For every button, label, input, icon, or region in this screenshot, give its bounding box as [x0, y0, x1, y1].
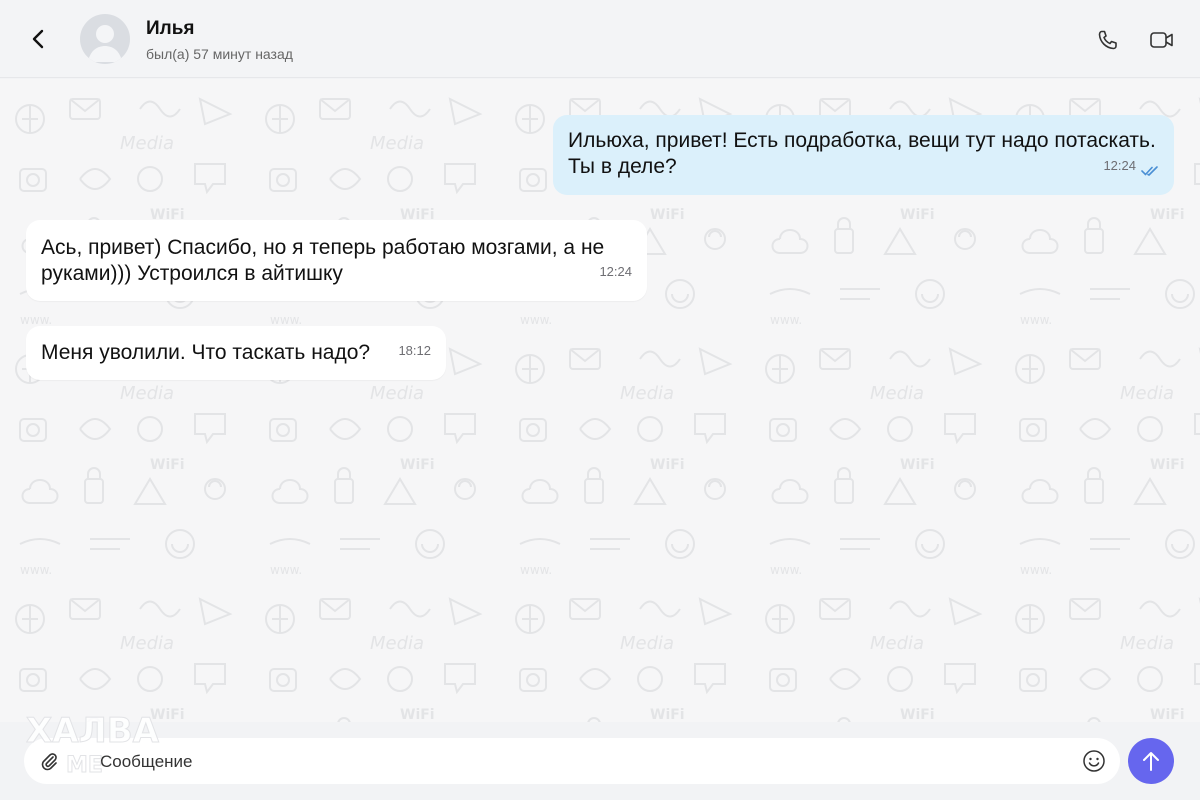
arrow-up-icon [1143, 752, 1159, 771]
message-time: 12:24 [1103, 158, 1136, 173]
message-text: Меня уволили. Что таскать надо? [41, 341, 371, 364]
paperclip-icon [41, 753, 57, 771]
message-text: Ильюха, привет! Есть подработка, вещи ту… [568, 129, 1156, 178]
video-camera-icon [1150, 32, 1173, 48]
message-time: 18:12 [398, 343, 431, 358]
smiley-icon [1083, 750, 1105, 772]
chevron-left-icon [32, 29, 44, 49]
contact-name[interactable]: Илья [146, 18, 195, 40]
composer-bar [0, 722, 1200, 800]
message-text: Ась, привет) Спасибо, но я теперь работа… [41, 236, 605, 285]
phone-icon [1098, 30, 1117, 50]
chat-header: Илья был(а) 57 минут назад [0, 0, 1200, 78]
attach-button[interactable] [38, 750, 60, 772]
back-button[interactable] [22, 22, 54, 56]
message-time: 12:24 [599, 264, 632, 279]
video-call-button[interactable] [1146, 24, 1178, 56]
emoji-button[interactable] [1082, 749, 1106, 773]
message-bubble-outgoing[interactable]: Ильюха, привет! Есть подработка, вещи ту… [553, 115, 1174, 195]
double-check-icon [1141, 166, 1158, 176]
message-bubble-incoming[interactable]: Ась, привет) Спасибо, но я теперь работа… [26, 220, 647, 301]
message-input[interactable] [100, 748, 1060, 776]
user-placeholder-icon [88, 25, 122, 62]
avatar[interactable] [80, 14, 130, 64]
call-button[interactable] [1092, 24, 1124, 56]
message-bubble-incoming[interactable]: Меня уволили. Что таскать надо? 18:12 [26, 326, 446, 380]
message-list[interactable]: Media WiFi www. Ильюха, привет! Есть под… [0, 79, 1200, 722]
last-seen-status: был(а) 57 минут назад [146, 46, 293, 62]
send-button[interactable] [1128, 738, 1174, 784]
